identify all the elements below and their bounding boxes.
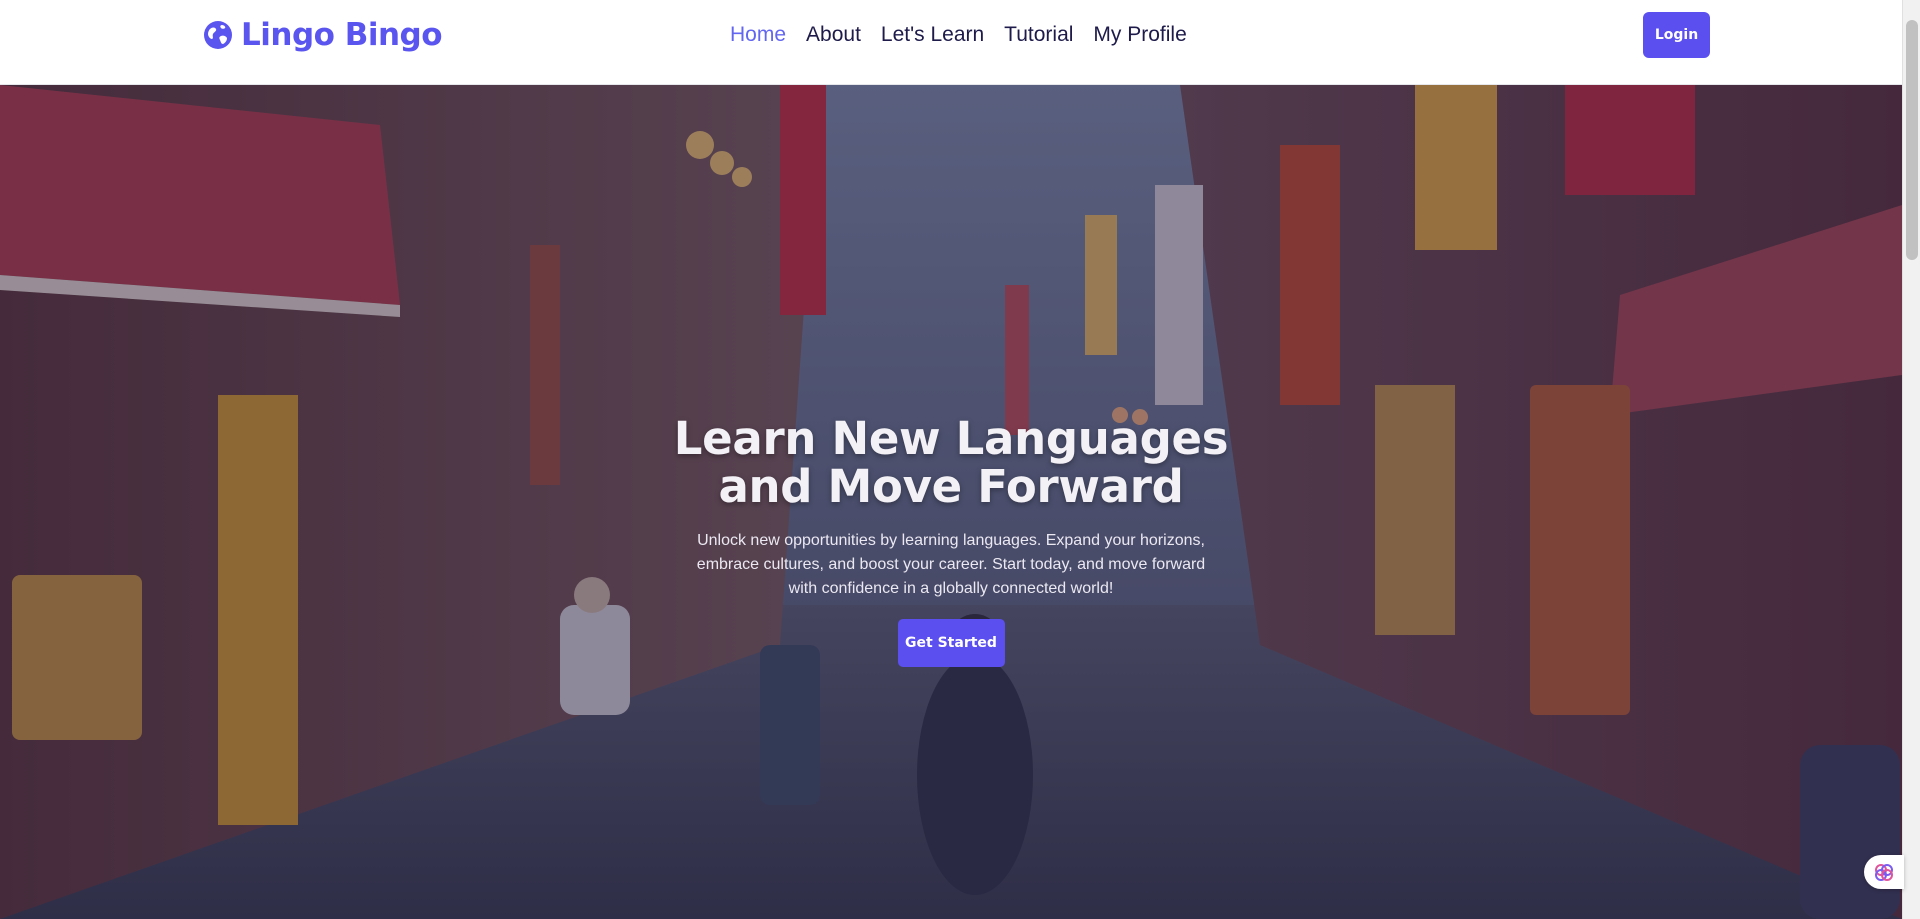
hero-description: Unlock new opportunities by learning lan… <box>696 532 1206 597</box>
get-started-button[interactable]: Get Started <box>897 619 1005 667</box>
globe-icon <box>204 21 232 49</box>
hero-title-line-2: and Move Forward <box>718 460 1184 513</box>
brand-name: Lingo Bingo <box>241 17 443 53</box>
hero-section: Learn New Languages and Move Forward Unl… <box>0 85 1902 919</box>
hero-title-line-1: Learn New Languages <box>673 412 1229 465</box>
nav-lets-learn[interactable]: Let's Learn <box>881 23 984 47</box>
floating-assistant-button[interactable] <box>1864 855 1904 889</box>
nav-about[interactable]: About <box>806 23 861 47</box>
navbar: Lingo Bingo Home About Let's Learn Tutor… <box>0 0 1902 85</box>
nav-tutorial[interactable]: Tutorial <box>1004 23 1073 47</box>
hero-title: Learn New Languages and Move Forward <box>651 415 1251 511</box>
page-scrollbar[interactable] <box>1902 0 1920 919</box>
main-nav: Home About Let's Learn Tutorial My Profi… <box>730 21 1207 49</box>
scrollbar-thumb[interactable] <box>1906 20 1918 260</box>
brand-logo[interactable]: Lingo Bingo <box>203 17 443 53</box>
login-button[interactable]: Login <box>1643 12 1710 58</box>
nav-home[interactable]: Home <box>730 23 786 47</box>
brain-icon <box>1875 864 1893 881</box>
hero-content: Learn New Languages and Move Forward Unl… <box>651 415 1251 667</box>
nav-my-profile[interactable]: My Profile <box>1093 23 1186 47</box>
